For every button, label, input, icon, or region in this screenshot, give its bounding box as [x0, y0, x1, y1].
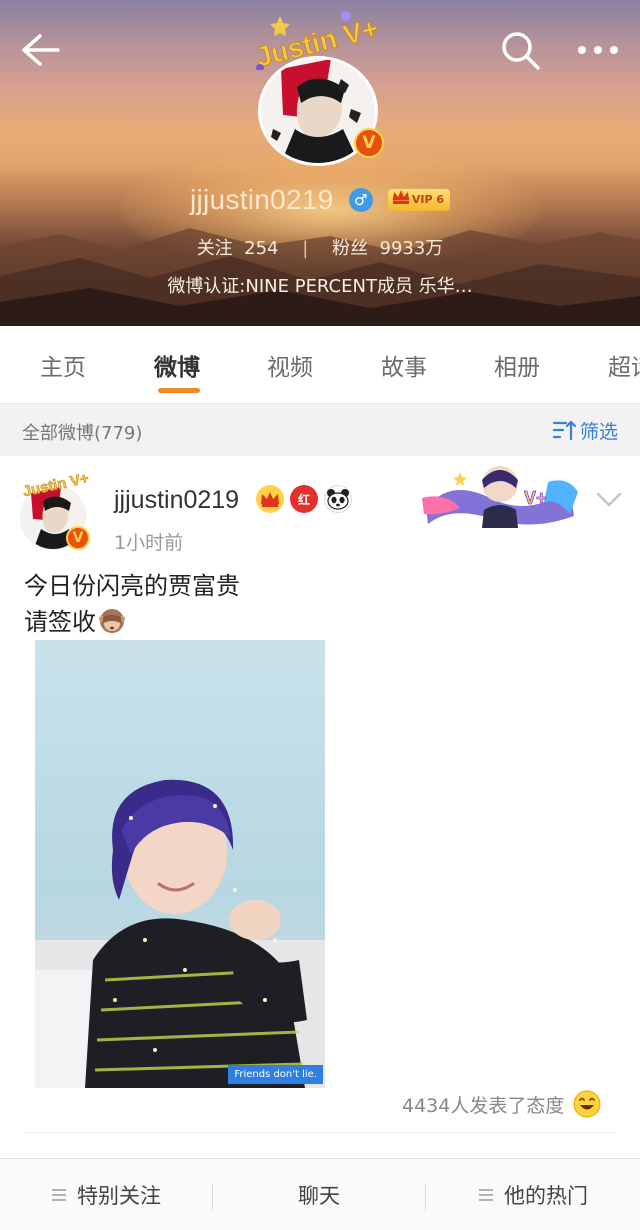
- laughing-face-icon: [573, 1090, 601, 1118]
- profile-bottom-bar: 特别关注 聊天 他的热门: [0, 1158, 640, 1230]
- male-gender-icon: ♂: [348, 188, 373, 212]
- all-posts-count[interactable]: 全部微博(779): [22, 419, 142, 445]
- verification-info[interactable]: 微博认证:NINE PERCENT成员 乐华…: [0, 272, 640, 298]
- post-image[interactable]: Friends don't lie.: [35, 640, 325, 1088]
- profile-avatar-wrap[interactable]: Justin V+ V: [250, 10, 390, 166]
- tab-videos[interactable]: 视频: [267, 348, 313, 382]
- post-timestamp: 1小时前: [114, 532, 184, 554]
- crown-icon: [261, 492, 279, 507]
- vip-crown-badge[interactable]: [256, 485, 284, 513]
- back-arrow-icon: [22, 34, 60, 66]
- post-text-line-1: 今日份闪亮的贾富贵: [24, 572, 240, 600]
- tab-weibo[interactable]: 微博: [154, 348, 200, 382]
- svg-text:V+: V+: [524, 488, 547, 508]
- search-button[interactable]: [498, 28, 542, 72]
- special-follow-label: 特别关注: [77, 1184, 161, 1208]
- following-count: 254: [244, 238, 279, 259]
- filter-sort-icon: [552, 420, 576, 441]
- filter-button[interactable]: 筛选: [552, 416, 618, 444]
- tab-albums[interactable]: 相册: [494, 348, 540, 382]
- username-row: jjjustin0219 ♂ VIP 6: [0, 184, 640, 220]
- followers-label: 粉丝: [332, 238, 369, 259]
- vip-level-badge[interactable]: VIP 6: [387, 187, 451, 211]
- following-stat[interactable]: 关注 254: [197, 234, 279, 260]
- svg-text:Justin V+: Justin V+: [21, 470, 90, 496]
- filter-bar: 全部微博(779) 筛选: [0, 404, 640, 456]
- profile-tabs: 主页 微博 视频 故事 相册 超话: [0, 326, 640, 404]
- verified-v-badge: V: [354, 128, 384, 158]
- reactions-count: 4434人发表了态度: [402, 1094, 565, 1117]
- reactions-summary[interactable]: 4434人发表了态度: [402, 1089, 602, 1119]
- followers-count: 9933万: [379, 238, 444, 259]
- photo-caption: Friends don't lie.: [228, 1065, 323, 1084]
- red-badge[interactable]: 红: [290, 485, 318, 513]
- avatar-frame-decoration: Justin V+: [21, 470, 90, 496]
- his-hot-posts-label: 他的热门: [504, 1184, 588, 1208]
- chat-label: 聊天: [298, 1184, 340, 1208]
- special-follow-button[interactable]: 特别关注: [0, 1159, 212, 1230]
- menu-lines-icon: [479, 1189, 493, 1201]
- post-author-badges: 红: [256, 484, 352, 514]
- chat-button[interactable]: 聊天: [213, 1159, 425, 1230]
- tab-home[interactable]: 主页: [40, 348, 86, 382]
- vip-level-label: VIP 6: [411, 193, 445, 206]
- stats-divider: |: [302, 238, 309, 259]
- post-photo: [35, 640, 325, 1088]
- crown-icon: [391, 187, 411, 204]
- active-tab-indicator: [158, 388, 200, 393]
- followers-stat[interactable]: 粉丝 9933万: [332, 234, 443, 260]
- filter-label: 筛选: [580, 420, 619, 443]
- post-avatar[interactable]: Justin V+ V: [20, 470, 90, 550]
- more-button[interactable]: [574, 30, 622, 70]
- his-hot-posts-button[interactable]: 他的热门: [426, 1159, 640, 1230]
- back-button[interactable]: [18, 30, 62, 70]
- post-options-button[interactable]: [596, 492, 622, 508]
- profile-username: jjjustin0219: [189, 184, 334, 215]
- chevron-down-icon: [596, 492, 622, 507]
- menu-lines-icon: [52, 1189, 66, 1201]
- panda-icon: [327, 489, 349, 510]
- cover-mountains: [0, 228, 640, 326]
- panda-badge[interactable]: [324, 485, 352, 513]
- post-content: 今日份闪亮的贾富贵 请签收: [24, 568, 240, 640]
- post-text-line-2: 请签收: [24, 608, 96, 636]
- search-icon: [502, 32, 540, 70]
- tab-supertopic[interactable]: 超话: [608, 348, 640, 382]
- verified-v-badge: V: [66, 526, 90, 550]
- see-no-evil-monkey-icon: [99, 609, 125, 633]
- following-label: 关注: [196, 238, 233, 259]
- more-dots-icon: [578, 46, 618, 54]
- follow-stats: 关注 254 | 粉丝 9933万: [0, 234, 640, 260]
- post-fan-card-decoration[interactable]: V+: [420, 458, 580, 530]
- post-divider: [24, 1132, 616, 1133]
- tab-stories[interactable]: 故事: [381, 348, 427, 382]
- weibo-post: Justin V+ V jjjustin0219 红 1小时前 V+ 今日份闪亮…: [0, 456, 640, 1158]
- profile-cover: Justin V+ V jjjustin0219 ♂ VIP 6 关注 254 …: [0, 0, 640, 326]
- post-author-name[interactable]: jjjustin0219: [114, 486, 239, 515]
